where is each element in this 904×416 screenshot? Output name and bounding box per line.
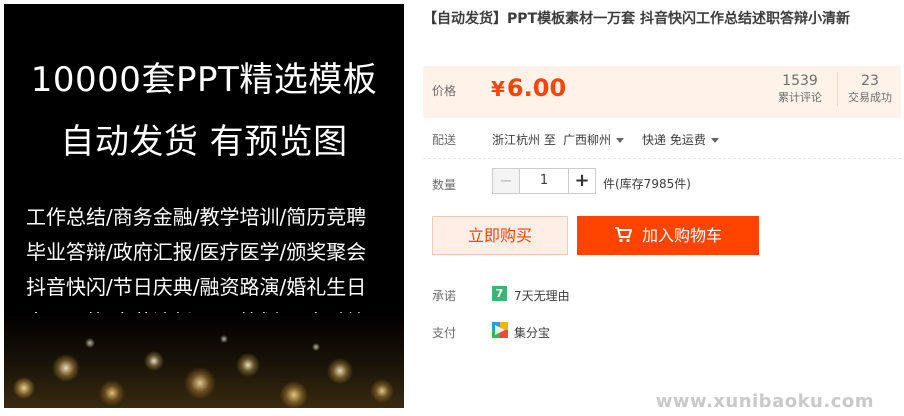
shipping-method-select[interactable]: 快递 免运费 xyxy=(642,131,719,148)
product-image[interactable]: 10000套PPT精选模板 自动发货 有预览图 工作总结/商务金融/教学培训/简… xyxy=(4,4,404,408)
product-title: 【自动发货】PPT模板素材一万套 抖音快闪工作总结述职答辩小清新 xyxy=(423,11,850,27)
payment-method: 集分宝 xyxy=(514,326,551,340)
add-to-cart-label: 加入购物车 xyxy=(641,226,722,245)
reviews-label: 累计评论 xyxy=(778,91,822,104)
quantity-input[interactable]: 1 xyxy=(519,168,569,194)
currency-symbol: ¥ xyxy=(491,77,505,101)
bokeh-lights-decoration xyxy=(4,313,404,408)
shipping-label: 配送 xyxy=(432,133,457,147)
image-category-line: 毕业答辩/政府汇报/医疗医学/颁奖聚会 xyxy=(26,240,367,264)
seven-day-return-icon: 7 xyxy=(492,286,507,301)
deals-stat: 23 交易成功 xyxy=(837,72,902,106)
image-headline-2: 自动发货 有预览图 xyxy=(60,122,348,162)
promise-label: 承诺 xyxy=(432,289,457,303)
reviews-count: 1539 xyxy=(782,73,818,89)
promise-text[interactable]: 7天无理由 xyxy=(514,287,570,304)
image-headline-1: 10000套PPT精选模板 xyxy=(30,60,378,100)
quantity-increase-button[interactable]: + xyxy=(568,168,596,194)
shipping-destination: 广西柳州 xyxy=(563,133,612,147)
quantity-decrease-button[interactable]: − xyxy=(492,168,520,194)
shipping-from: 浙江杭州 至 xyxy=(492,133,556,147)
price-amount: 6.00 xyxy=(506,74,567,102)
deals-count: 23 xyxy=(861,73,879,89)
watermark: www.xunibaoku.com xyxy=(655,391,874,412)
image-category-line: 抖音快闪/节日庆典/融资路演/婚礼生日 xyxy=(26,275,367,299)
image-category-line: 工作总结/商务金融/教学培训/简历竞聘 xyxy=(26,205,367,229)
shipping-destination-select[interactable]: 广西柳州 xyxy=(563,131,625,148)
payment-label: 支付 xyxy=(432,326,457,340)
stock-info: 件(库存7985件) xyxy=(603,177,691,191)
chevron-down-icon xyxy=(616,138,625,143)
jifenbao-icon xyxy=(492,322,508,338)
price-label: 价格 xyxy=(432,84,457,98)
cart-icon xyxy=(614,218,632,257)
price-panel: 价格 ¥6.00 1539 累计评论 23 交易成功 xyxy=(423,66,901,118)
add-to-cart-button[interactable]: 加入购物车 xyxy=(577,216,759,255)
buy-now-button[interactable]: 立即购买 xyxy=(432,216,568,255)
shipping-method: 快递 免运费 xyxy=(642,133,706,147)
divider xyxy=(423,158,901,159)
price-value: ¥6.00 xyxy=(491,74,566,102)
deals-label: 交易成功 xyxy=(848,91,892,104)
reviews-stat[interactable]: 1539 累计评论 xyxy=(765,72,835,106)
quantity-label: 数量 xyxy=(432,178,457,192)
chevron-down-icon xyxy=(710,138,719,143)
